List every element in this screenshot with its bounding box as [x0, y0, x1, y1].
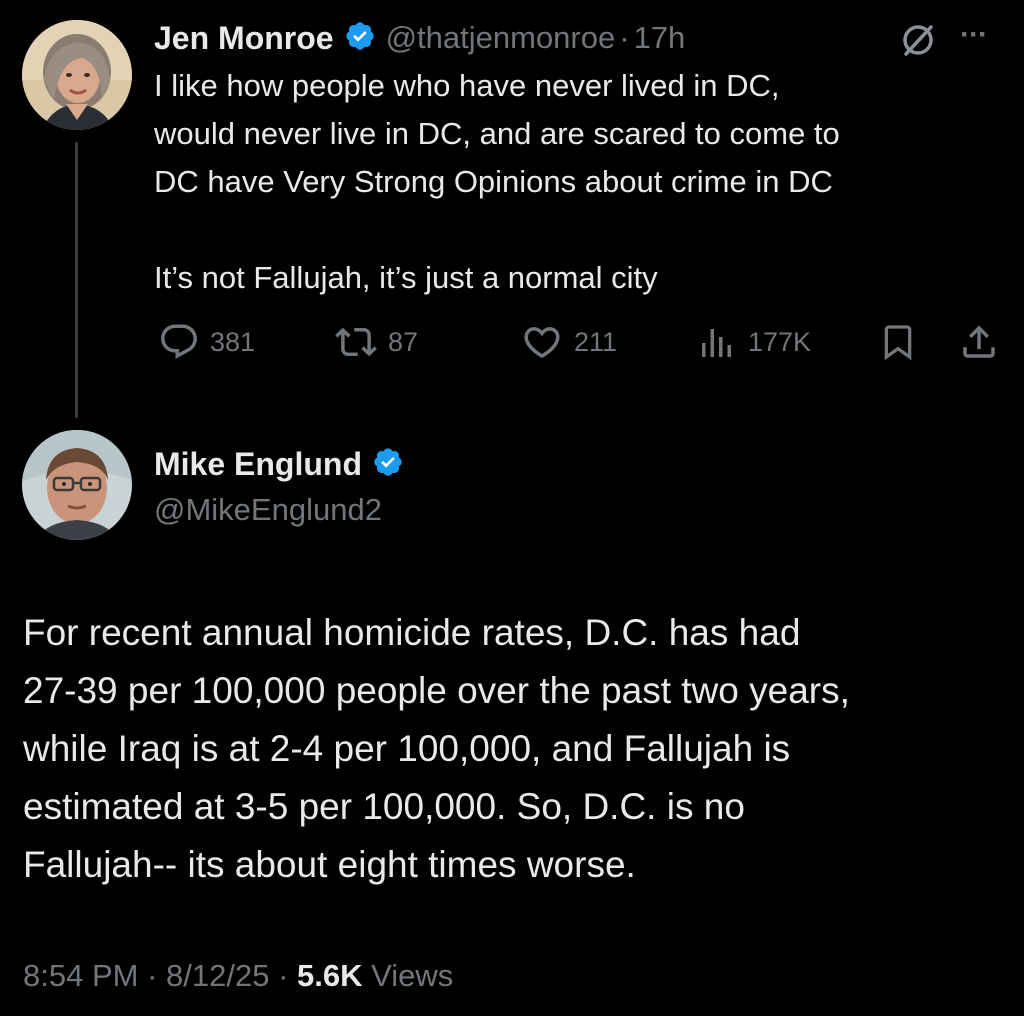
- text-line: 27-39 per 100,000 people over the past t…: [23, 670, 850, 711]
- like-button[interactable]: 211: [520, 320, 617, 364]
- tweet-timestamp[interactable]: 17h: [634, 20, 686, 56]
- views-icon: [702, 329, 731, 357]
- views-label: Views: [371, 958, 454, 993]
- thread-connector-line: [75, 142, 78, 418]
- parent-tweet-header: Jen Monroe @thatjenmonroe · 17h: [154, 16, 685, 60]
- reply-tweet-header: Mike Englund: [154, 442, 404, 486]
- author-handle[interactable]: @thatjenmonroe: [386, 20, 616, 56]
- text-line: while Iraq is at 2-4 per 100,000, and Fa…: [23, 728, 791, 769]
- tweet-date[interactable]: 8/12/25: [166, 958, 269, 993]
- text-line: would never live in DC, and are scared t…: [154, 116, 840, 151]
- like-count: 211: [574, 326, 618, 357]
- more-icon[interactable]: ···: [960, 18, 988, 52]
- text-line: estimated at 3-5 per 100,000. So, D.C. i…: [23, 786, 745, 827]
- views-button[interactable]: 177K: [700, 320, 811, 364]
- reply-tweet-text: For recent annual homicide rates, D.C. h…: [23, 604, 1013, 894]
- reply-icon: [161, 324, 197, 359]
- header-separator: ·: [619, 20, 630, 55]
- avatar-jen-monroe-image: [22, 20, 132, 130]
- text-line: For recent annual homicide rates, D.C. h…: [23, 612, 801, 653]
- verified-badge-icon[interactable]: [344, 20, 376, 57]
- meta-separator: ·: [269, 958, 298, 993]
- like-icon: [524, 327, 560, 359]
- tweet-time[interactable]: 8:54 PM: [23, 958, 138, 993]
- author-name[interactable]: Mike Englund: [154, 446, 362, 483]
- share-button[interactable]: [958, 320, 1000, 364]
- views-count: 177K: [748, 326, 812, 357]
- text-line-blank: [154, 206, 1014, 254]
- repost-button[interactable]: 87: [334, 320, 418, 364]
- parent-tweet-text: I like how people who have never lived i…: [154, 62, 1014, 302]
- repost-count: 87: [388, 326, 419, 357]
- author-name[interactable]: Jen Monroe: [154, 20, 334, 57]
- author-handle[interactable]: @MikeEnglund2: [154, 490, 382, 530]
- reply-count: 381: [210, 326, 256, 357]
- avatar-mike-englund-image: [22, 430, 132, 540]
- avatar-mike-englund[interactable]: [22, 430, 132, 540]
- text-line: I like how people who have never lived i…: [154, 68, 780, 103]
- repost-icon: [335, 327, 377, 357]
- reply-button[interactable]: 381: [158, 320, 255, 364]
- text-line: It’s not Fallujah, it’s just a normal ci…: [154, 260, 658, 295]
- meta-separator: ·: [138, 958, 167, 993]
- grok-icon[interactable]: [898, 20, 938, 65]
- text-line: Fallujah-- its about eight times worse.: [23, 844, 636, 885]
- bookmark-icon: [884, 325, 912, 361]
- views-count: 5.6K: [297, 958, 363, 993]
- share-icon: [963, 325, 995, 358]
- bookmark-button[interactable]: [878, 320, 918, 364]
- tweet-meta: 8:54 PM · 8/12/25 · 5.6K Views: [23, 958, 453, 994]
- avatar-jen-monroe[interactable]: [22, 20, 132, 130]
- verified-badge-icon[interactable]: [372, 446, 404, 483]
- text-line: DC have Very Strong Opinions about crime…: [154, 164, 833, 199]
